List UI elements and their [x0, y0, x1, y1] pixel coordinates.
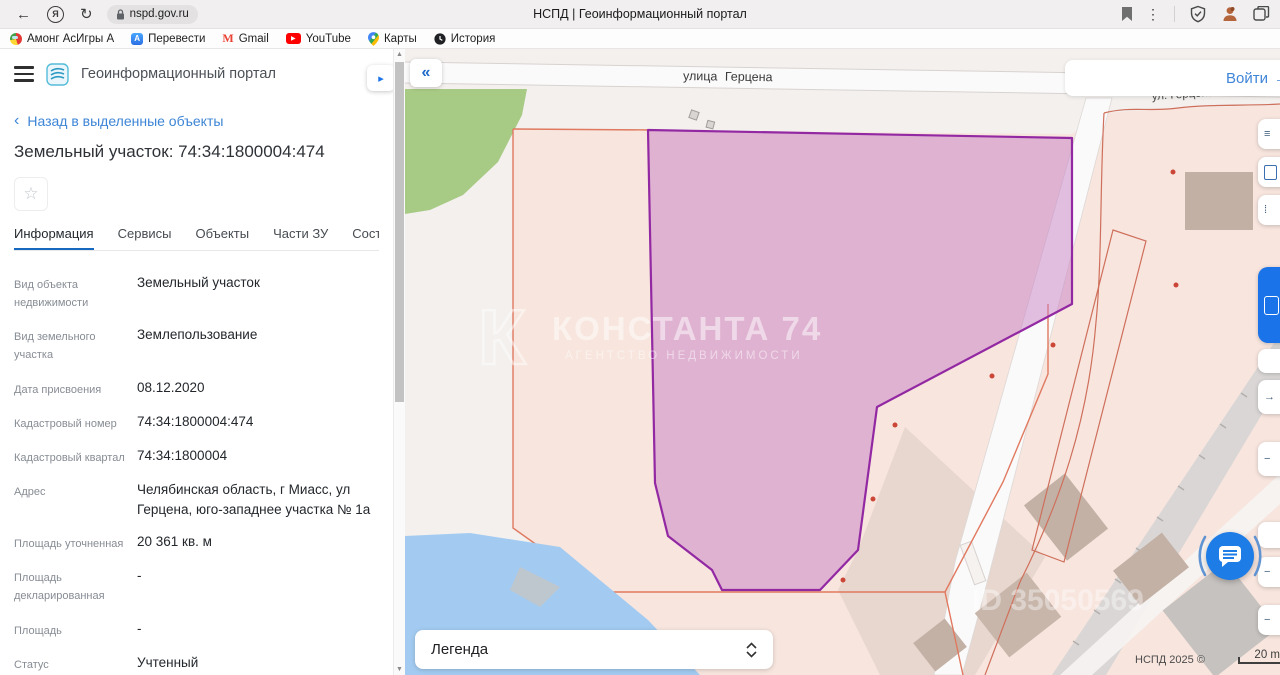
browser-menu-icon[interactable]: ⋮: [1146, 6, 1160, 23]
watermark-id: ID 35050569: [972, 584, 1144, 617]
map-tool-button[interactable]: →: [1258, 380, 1280, 414]
map-tool-button[interactable]: −: [1258, 442, 1280, 476]
reload-icon[interactable]: ↻: [80, 7, 93, 22]
back-to-selected-link[interactable]: ‹ Назад в выделенные объекты: [14, 113, 379, 129]
map-canvas[interactable]: К КОНСТАНТА 74 АГЕНТСТВО НЕДВИЖИМОСТИ ID…: [405, 49, 1280, 675]
back-icon[interactable]: ←: [16, 7, 31, 22]
chat-button[interactable]: [1206, 532, 1254, 580]
youtube-icon: ▶: [286, 33, 301, 44]
legend-expander-icon[interactable]: [746, 642, 757, 658]
translate-icon: A: [131, 33, 143, 45]
bookmarks-bar: Амонг АсИгры А A Перевести M Gmail ▶ You…: [0, 29, 1280, 49]
login-arrow-icon: →: [1274, 70, 1280, 87]
field-row: АдресЧелябинская область, г Миасс, ул Ге…: [14, 480, 379, 519]
field-row: Площадь уточненная20 361 кв. м: [14, 532, 379, 553]
tab-objects[interactable]: Объекты: [195, 226, 249, 241]
map-tool-button[interactable]: −: [1258, 605, 1280, 635]
scrollbar-thumb[interactable]: [395, 62, 404, 402]
street-label: улица Герцена: [683, 69, 773, 84]
maps-pin-icon: [368, 32, 379, 46]
portal-title: Геоинформационный портал: [81, 66, 276, 82]
among-icon: [10, 33, 22, 45]
map-layers: К КОНСТАНТА 74 АГЕНТСТВО НЕДВИЖИМОСТИ ID…: [405, 49, 1280, 675]
tab-parcel-parts[interactable]: Части ЗУ: [273, 226, 328, 241]
divider: [1174, 6, 1175, 22]
bookmark-youtube[interactable]: ▶ YouTube: [286, 33, 351, 45]
browser-toolbar: ← Я ↻ nspd.gov.ru НСПД | Геоинформационн…: [0, 0, 1280, 29]
map-tool-button[interactable]: ≡: [1258, 119, 1280, 149]
field-row: Вид земельного участкаЗемлепользование: [14, 325, 379, 364]
bookmark-label: Gmail: [239, 33, 269, 45]
map-tool-button[interactable]: [1258, 349, 1280, 373]
bookmark-label: YouTube: [306, 33, 351, 45]
building: [1185, 172, 1253, 230]
chevron-left-icon: ‹: [14, 113, 19, 129]
field-row: Площадь декларированная-: [14, 566, 379, 605]
portal-logo: [46, 63, 69, 86]
tab-services[interactable]: Сервисы: [118, 226, 172, 241]
legend-label: Легенда: [431, 641, 488, 658]
yandex-home-icon[interactable]: Я: [47, 6, 64, 23]
bookmark-label: Перевести: [148, 33, 205, 45]
svg-text:АГЕНТСТВО НЕДВИЖИМОСТИ: АГЕНТСТВО НЕДВИЖИМОСТИ: [565, 350, 803, 362]
bookmark-flag-icon[interactable]: [1122, 7, 1132, 21]
field-row: Кадастровый номер74:34:1800004:474: [14, 412, 379, 433]
map-attribution: НСПД 2025 ©: [1135, 654, 1205, 666]
field-row: СтатусУчтенный: [14, 653, 379, 674]
protect-shield-icon[interactable]: [1189, 5, 1207, 23]
bookmark-label: История: [451, 33, 496, 45]
scale-label: 20 m: [1254, 649, 1280, 661]
bookmark-among[interactable]: Амонг АсИгры А: [10, 33, 114, 45]
hamburger-menu-icon[interactable]: [14, 66, 34, 82]
bookmark-label: Карты: [384, 33, 417, 45]
bookmark-translate[interactable]: A Перевести: [131, 33, 205, 45]
login-bar[interactable]: Войти →: [1065, 60, 1280, 96]
map-tool-button[interactable]: [1258, 157, 1280, 187]
favorite-star-button[interactable]: ☆: [14, 177, 48, 211]
page-title: Земельный участок: 74:34:1800004:474: [14, 142, 379, 162]
login-label: Войти: [1226, 70, 1268, 87]
sidebar-scrollbar[interactable]: ▲ ▼: [393, 49, 405, 675]
address-bar[interactable]: nspd.gov.ru: [107, 5, 198, 24]
tabs-panel-icon[interactable]: [1253, 6, 1270, 22]
field-row: Площадь-: [14, 619, 379, 640]
scale-bar: 20 m: [1238, 649, 1280, 664]
gmail-icon: M: [222, 31, 233, 46]
url-text: nspd.gov.ru: [130, 8, 189, 20]
field-row: Вид объекта недвижимостиЗемельный участо…: [14, 273, 379, 312]
bookmark-label: Амонг АсИгры А: [27, 33, 114, 45]
map-tool-button-active[interactable]: [1258, 267, 1280, 343]
bookmark-history[interactable]: История: [434, 33, 496, 45]
legend-bar[interactable]: Легенда: [415, 630, 773, 669]
lock-icon: [116, 9, 125, 20]
history-clock-icon: [434, 33, 446, 45]
map-tool-button[interactable]: ⁞: [1258, 195, 1280, 225]
tab-information[interactable]: Информация: [14, 226, 94, 241]
scroll-up-icon[interactable]: ▲: [394, 51, 405, 58]
collapse-panel-button[interactable]: «: [410, 59, 442, 87]
info-panel: Геоинформационный портал ‹ Назад в выдел…: [0, 49, 393, 675]
chat-arcs: [1195, 529, 1265, 583]
scroll-down-icon[interactable]: ▼: [394, 666, 405, 673]
field-row: Кадастровый квартал74:34:1800004: [14, 446, 379, 467]
tab-composition[interactable]: Состав: [352, 226, 379, 241]
tab-bar: Информация Сервисы Объекты Части ЗУ Сост…: [14, 226, 379, 251]
bookmark-maps[interactable]: Карты: [368, 32, 417, 46]
svg-text:К: К: [478, 293, 526, 381]
tab-scroll-right-button[interactable]: ▸: [367, 65, 393, 91]
field-row: Дата присвоения08.12.2020: [14, 378, 379, 399]
bookmark-gmail[interactable]: M Gmail: [222, 31, 268, 46]
svg-text:КОНСТАНТА 74: КОНСТАНТА 74: [552, 310, 822, 347]
profile-avatar[interactable]: [1221, 5, 1239, 23]
attributes-list: Вид объекта недвижимостиЗемельный участо…: [14, 273, 379, 674]
back-link-label: Назад в выделенные объекты: [27, 113, 223, 129]
